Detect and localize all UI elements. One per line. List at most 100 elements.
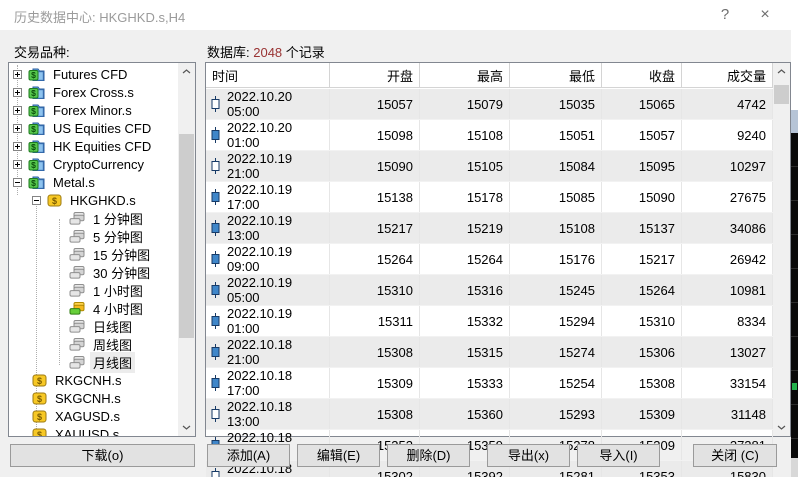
cell-close: 15095 [602, 151, 682, 181]
table-row[interactable]: 2022.10.18 13:00153081536015293153093114… [206, 399, 773, 430]
coin-icon: $ [32, 374, 47, 387]
expand-plus-icon[interactable] [13, 142, 22, 151]
tree-item-label[interactable]: Forex Minor.s [50, 102, 135, 119]
database-label-prefix: 数据库: [207, 45, 253, 60]
tree-item-label[interactable]: XAUUSD.s [52, 426, 122, 437]
table-row[interactable]: 2022.10.20 05:00150571507915035150654742 [206, 89, 773, 120]
scrollbar-thumb[interactable] [774, 85, 789, 104]
svg-text:$: $ [31, 106, 36, 116]
tree-item[interactable]: $Metal.s [9, 173, 178, 191]
tree-item[interactable]: 15 分钟图 [9, 245, 178, 263]
tree-item-label[interactable]: Forex Cross.s [50, 84, 137, 101]
svg-text:$: $ [37, 412, 42, 422]
expand-plus-icon[interactable] [13, 160, 22, 169]
window-close-icon[interactable]: × [750, 3, 780, 27]
collapse-minus-icon[interactable] [13, 178, 22, 187]
scroll-up-icon[interactable] [773, 63, 790, 80]
tree-item-label[interactable]: HK Equities CFD [50, 138, 154, 155]
table-row[interactable]: 2022.10.19 17:00151381517815085150902767… [206, 182, 773, 213]
table-header: 时间开盘最高最低收盘成交量 [206, 63, 773, 88]
bearish-candle-icon [211, 189, 220, 205]
tree-item-label[interactable]: XAGUSD.s [52, 408, 123, 425]
tree-item[interactable]: $HK Equities CFD [9, 137, 178, 155]
cell-volume: 8334 [682, 306, 773, 336]
table-row[interactable]: 2022.10.18 21:00153081531515274153061302… [206, 337, 773, 368]
tree-item-label[interactable]: RKGCNH.s [52, 372, 124, 389]
db-icon [69, 320, 85, 333]
cell-open: 15057 [330, 89, 420, 119]
cell-open: 15308 [330, 337, 420, 367]
table-row[interactable]: 2022.10.19 21:00150901510515084150951029… [206, 151, 773, 182]
table-row[interactable]: 2022.10.18 17:00153091533315254153083315… [206, 368, 773, 399]
record-count: 2048 [253, 45, 282, 60]
tree-item[interactable]: 4 小时图 [9, 299, 178, 317]
tree-item[interactable]: 月线图 [9, 353, 178, 371]
tree-item[interactable]: 5 分钟图 [9, 227, 178, 245]
column-header-close[interactable]: 收盘 [602, 63, 682, 87]
expand-plus-icon[interactable] [13, 124, 22, 133]
tree-item[interactable]: 1 小时图 [9, 281, 178, 299]
help-icon[interactable]: ? [710, 3, 740, 27]
cell-volume: 34086 [682, 213, 773, 243]
table-row[interactable]: 2022.10.19 09:00152641526415176152172694… [206, 244, 773, 275]
close-button[interactable]: 关闭 (C) [693, 444, 777, 467]
download-button[interactable]: 下载(o) [10, 444, 195, 467]
expand-plus-icon[interactable] [13, 88, 22, 97]
delete-button[interactable]: 删除(D) [387, 444, 470, 467]
db-icon [69, 266, 85, 279]
tree-item[interactable]: 30 分钟图 [9, 263, 178, 281]
tree-item[interactable]: $ RKGCNH.s [9, 371, 178, 389]
time-value: 2022.10.19 09:00 [227, 244, 323, 274]
db-icon [69, 338, 85, 351]
table-scrollbar[interactable] [773, 63, 790, 436]
tree-item[interactable]: 日线图 [9, 317, 178, 335]
table-row[interactable]: 2022.10.19 01:00153111533215294153108334 [206, 306, 773, 337]
tree-item-label[interactable]: US Equities CFD [50, 120, 154, 137]
tree-item-label[interactable]: Futures CFD [50, 66, 130, 83]
column-header-low[interactable]: 最低 [510, 63, 602, 87]
expand-plus-icon[interactable] [13, 106, 22, 115]
import-button[interactable]: 导入(I) [577, 444, 660, 467]
tree-item[interactable]: $Futures CFD [9, 65, 178, 83]
column-header-open[interactable]: 开盘 [330, 63, 420, 87]
tree-item[interactable]: $SKGCNH.s [9, 389, 178, 407]
tree-item[interactable]: $CryptoCurrency [9, 155, 178, 173]
table-row[interactable]: 2022.10.19 13:00152171521915108151373408… [206, 213, 773, 244]
scroll-down-icon[interactable] [773, 419, 790, 436]
edit-button[interactable]: 编辑(E) [297, 444, 380, 467]
export-button[interactable]: 导出(x) [487, 444, 570, 467]
db-icon [69, 248, 85, 261]
time-value: 2022.10.19 01:00 [227, 306, 323, 336]
scroll-down-icon[interactable] [178, 419, 195, 436]
cell-high: 15315 [420, 337, 510, 367]
title-bar[interactable]: 历史数据中心: HKGHKD.s,H4 ? × [0, 0, 791, 30]
add-button[interactable]: 添加(A) [207, 444, 290, 467]
tree-item[interactable]: $XAUUSD.s [9, 425, 178, 436]
tree-item-label[interactable]: SKGCNH.s [52, 390, 124, 407]
svg-text:$: $ [37, 376, 42, 386]
cell-time: 2022.10.19 05:00 [206, 275, 330, 305]
folder-dollar-icon: $ [28, 85, 45, 99]
tree-item[interactable]: 周线图 [9, 335, 178, 353]
table-row[interactable]: 2022.10.19 05:00153101531615245152641098… [206, 275, 773, 306]
scroll-up-icon[interactable] [178, 63, 195, 80]
expand-plus-icon[interactable] [13, 70, 22, 79]
collapse-minus-icon[interactable] [32, 196, 41, 205]
time-value: 2022.10.19 17:00 [227, 182, 323, 212]
tree-item[interactable]: $US Equities CFD [9, 119, 178, 137]
column-header-volume[interactable]: 成交量 [682, 63, 773, 87]
table-row[interactable]: 2022.10.20 01:00150981510815051150579240 [206, 120, 773, 151]
tree-item[interactable]: $ XAGUSD.s [9, 407, 178, 425]
tree-item[interactable]: $ Forex Cross.s [9, 83, 178, 101]
tree-item[interactable]: 1 分钟图 [9, 209, 178, 227]
tree-item-label[interactable]: HKGHKD.s [67, 192, 139, 209]
column-header-high[interactable]: 最高 [420, 63, 510, 87]
column-header-time[interactable]: 时间 [206, 63, 330, 87]
tree-item-label[interactable]: 月线图 [90, 352, 135, 373]
scrollbar-thumb[interactable] [179, 134, 194, 338]
tree-scrollbar[interactable] [178, 63, 195, 436]
tree-item-label[interactable]: CryptoCurrency [50, 156, 147, 173]
tree-item[interactable]: $ Forex Minor.s [9, 101, 178, 119]
tree-item-label[interactable]: Metal.s [50, 174, 98, 191]
tree-item[interactable]: $HKGHKD.s [9, 191, 178, 209]
